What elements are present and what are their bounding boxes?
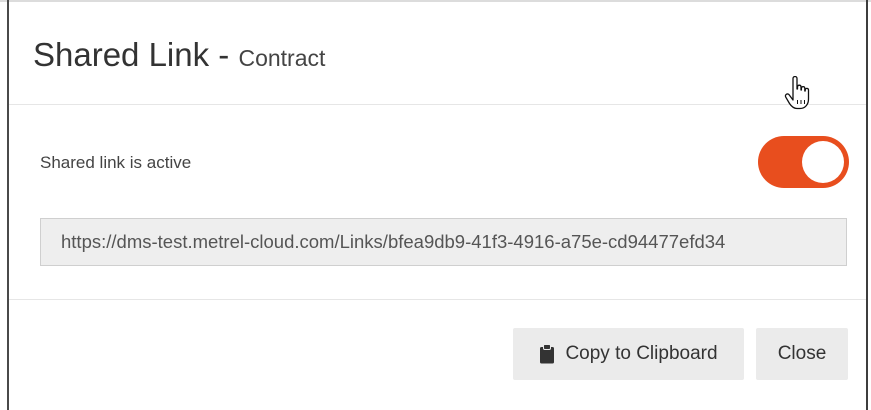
copy-to-clipboard-button[interactable]: Copy to Clipboard: [513, 328, 744, 380]
toggle-knob: [802, 141, 844, 183]
close-label: Close: [777, 343, 827, 364]
hand-pointer-icon: [784, 76, 810, 110]
shared-link-dialog: Shared Link - Contract Shared link is ac…: [9, 2, 866, 410]
dialog-subtitle: Contract: [238, 45, 326, 71]
dialog-right-border: [866, 0, 868, 410]
clipboard-icon: [540, 344, 555, 364]
dialog-body: Shared link is active https://dms-test.m…: [9, 105, 866, 300]
shared-link-toggle[interactable]: [758, 136, 849, 188]
dialog-title: Shared Link - Contract: [33, 36, 325, 74]
dialog-footer: Copy to Clipboard Close: [9, 300, 866, 410]
dialog-header: Shared Link - Contract: [9, 2, 866, 105]
shared-link-url-field[interactable]: https://dms-test.metrel-cloud.com/Links/…: [40, 218, 847, 266]
copy-to-clipboard-label: Copy to Clipboard: [565, 343, 718, 364]
screen: Shared Link - Contract Shared link is ac…: [0, 0, 871, 410]
shared-link-active-label: Shared link is active: [40, 153, 192, 172]
close-button[interactable]: Close: [756, 328, 848, 380]
dialog-title-text: Shared Link -: [33, 36, 230, 73]
